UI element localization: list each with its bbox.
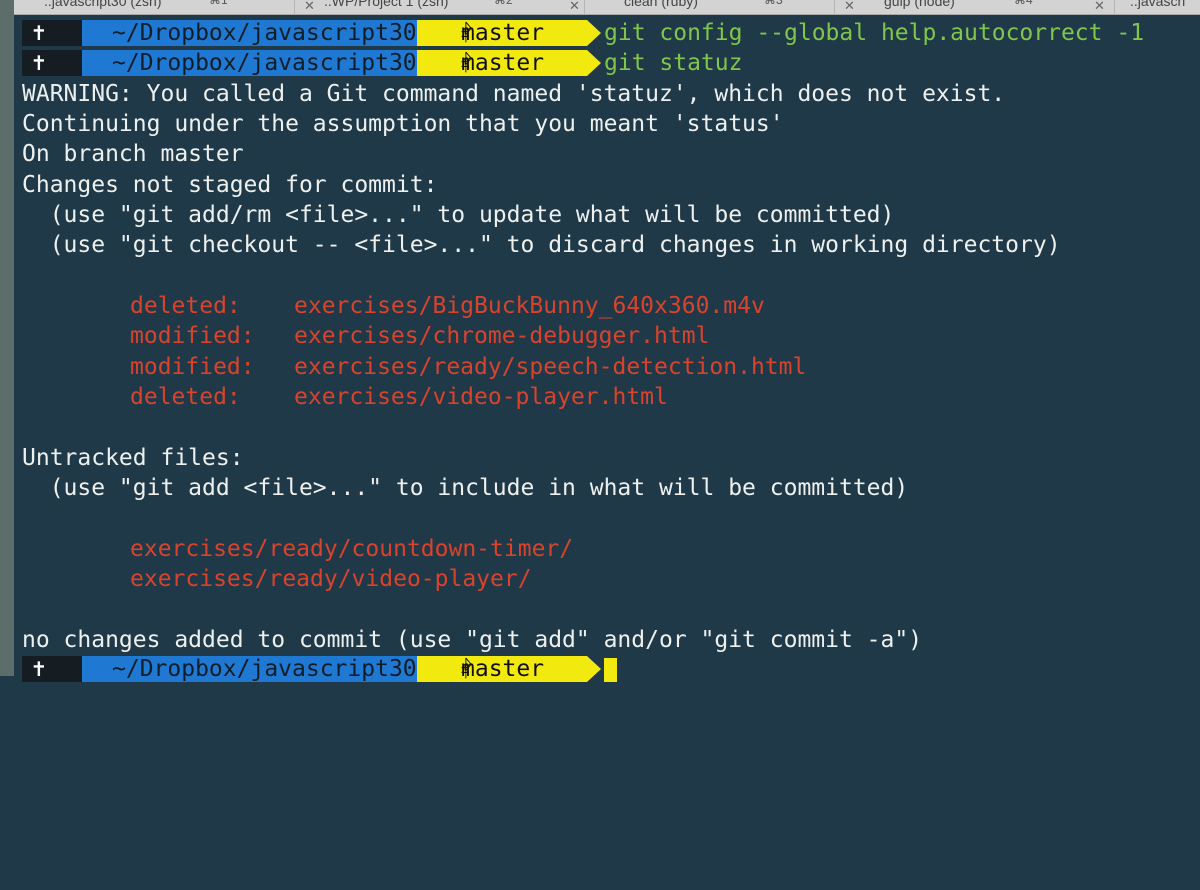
prompt-git-segment: ᚹ master ±: [417, 656, 587, 682]
prompt-branch: master: [461, 20, 545, 46]
close-icon[interactable]: ✕: [1094, 0, 1105, 14]
tab-javascri[interactable]: ✕ ..javascri: [1094, 0, 1200, 14]
prompt-directory-segment: ~/Dropbox/javascript30: [82, 50, 417, 76]
powerline-separator-icon: [587, 50, 601, 76]
tab-wp-project-1[interactable]: ✕ ..WP/Project 1 (zsh) ⌘2: [294, 0, 585, 14]
prompt-directory: ~/Dropbox/javascript30: [112, 50, 417, 76]
powerline-separator-icon: [587, 20, 601, 46]
prompt-git-segment: ᚹ master ±: [417, 50, 587, 76]
tab-title: ..javascript30 (zsh): [44, 0, 162, 9]
text-cursor[interactable]: [604, 658, 617, 682]
tab-shortcut: ⌘2: [494, 0, 513, 7]
dirty-indicator: ±: [461, 661, 470, 677]
tab-clean[interactable]: ✕ clean (ruby) ⌘3: [569, 0, 835, 14]
prompt-directory: ~/Dropbox/javascript30: [112, 20, 417, 46]
change-path: exercises/video-player.html: [294, 384, 668, 410]
untracked-path: exercises/ready/countdown-timer/: [130, 536, 574, 562]
change-path: exercises/BigBuckBunny_640x360.m4v: [294, 293, 765, 319]
prompt-git-segment: ᚹ master ±: [417, 20, 587, 46]
status-icon: ✝: [32, 656, 46, 682]
tab-gulp[interactable]: ✕ gulp (node) ⌘4: [834, 0, 1115, 14]
command-text: git config --global help.autocorrect -1: [604, 20, 1145, 46]
prompt-directory-segment: ~/Dropbox/javascript30: [82, 20, 417, 46]
tab-title: gulp (node): [884, 0, 955, 9]
hint-line: (use "git add/rm <file>..." to update wh…: [22, 202, 895, 228]
untracked-path: exercises/ready/video-player/: [130, 566, 532, 592]
tab-title: clean (ruby): [624, 0, 698, 9]
prompt-branch: master: [461, 50, 545, 76]
status-icon: ✝: [32, 50, 46, 76]
not-staged-header: Changes not staged for commit:: [22, 172, 438, 198]
tab-shortcut: ⌘4: [1014, 0, 1033, 7]
prompt-line-current: ✝ ~/Dropbox/javascript30 ᚹ master ±: [22, 656, 617, 682]
change-status: modified:: [130, 354, 255, 380]
hint-line: (use "git checkout -- <file>..." to disc…: [22, 232, 1061, 258]
tab-shortcut: ⌘1: [209, 0, 228, 7]
footer-line: no changes added to commit (use "git add…: [22, 627, 923, 653]
branch-line: On branch master: [22, 141, 244, 167]
close-icon[interactable]: ✕: [844, 0, 855, 14]
untracked-header: Untracked files:: [22, 445, 244, 471]
prompt-line: ✝ ~/Dropbox/javascript30 ᚹ master ± git c…: [22, 20, 1144, 46]
tab-javascript30[interactable]: ..javascript30 (zsh) ⌘1: [14, 0, 295, 14]
hint-line: (use "git add <file>..." to include in w…: [22, 475, 909, 501]
tab-shortcut: ⌘3: [764, 0, 783, 7]
command-text: git statuz: [604, 50, 743, 76]
change-status: deleted:: [130, 384, 241, 410]
prompt-directory-segment: ~/Dropbox/javascript30: [82, 656, 417, 682]
change-path: exercises/ready/speech-detection.html: [294, 354, 807, 380]
desktop-edge: [0, 0, 14, 676]
terminal-window[interactable]: ..javascript30 (zsh) ⌘1 ✕ ..WP/Project 1…: [14, 0, 1200, 682]
warning-line: WARNING: You called a Git command named …: [22, 81, 1006, 107]
dirty-indicator: ±: [461, 25, 470, 41]
tab-title: ..WP/Project 1 (zsh): [324, 0, 449, 9]
prompt-status-segment: ✝: [22, 656, 82, 682]
tab-bar: ..javascript30 (zsh) ⌘1 ✕ ..WP/Project 1…: [14, 0, 1200, 15]
status-icon: ✝: [32, 20, 46, 46]
change-status: deleted:: [130, 293, 241, 319]
autocorrect-line: Continuing under the assumption that you…: [22, 111, 784, 137]
dirty-indicator: ±: [461, 55, 470, 71]
tab-title: ..javascri: [1130, 0, 1186, 9]
powerline-separator-icon: [587, 656, 601, 682]
prompt-line: ✝ ~/Dropbox/javascript30 ᚹ master ± git s…: [22, 50, 742, 76]
prompt-branch: master: [461, 656, 545, 682]
close-icon[interactable]: ✕: [304, 0, 315, 14]
change-status: modified:: [130, 323, 255, 349]
prompt-status-segment: ✝: [22, 50, 82, 76]
change-path: exercises/chrome-debugger.html: [294, 323, 710, 349]
prompt-directory: ~/Dropbox/javascript30: [112, 656, 417, 682]
close-icon[interactable]: ✕: [569, 0, 580, 14]
prompt-status-segment: ✝: [22, 20, 82, 46]
